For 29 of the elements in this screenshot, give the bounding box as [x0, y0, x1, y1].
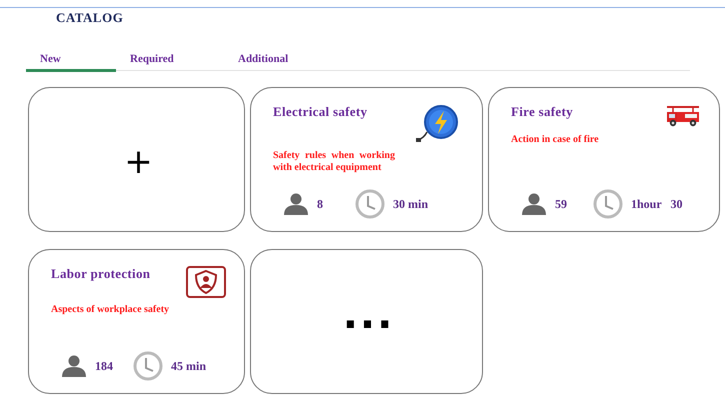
person-icon	[521, 193, 547, 215]
course-description: Aspects of workplace safety	[51, 304, 170, 316]
shield-worker-icon	[186, 266, 226, 298]
course-card[interactable]: Labor protection Aspects of workplace safety 184 45 min	[28, 249, 245, 394]
page-title: CATALOG	[56, 10, 124, 26]
fire-truck-icon	[665, 104, 701, 128]
tab[interactable]: Required	[116, 52, 224, 72]
tab[interactable]: New	[26, 52, 116, 72]
clock-icon	[355, 189, 385, 219]
course-card[interactable]: Electrical safety Safety rules when working with electrical equipment 8 30 min	[250, 87, 483, 232]
participant-count: 184	[95, 358, 114, 374]
course-title: Labor protection	[51, 266, 150, 282]
course-description: Safety rules when working with electrical equipment	[273, 150, 395, 174]
course-title: Electrical safety	[273, 104, 368, 120]
person-icon	[283, 193, 309, 215]
participant-count: 59	[555, 196, 568, 212]
course-duration: 30 min	[393, 196, 428, 212]
course-card[interactable]: Fire safety Action in case of fire 59 1hour 30	[488, 87, 720, 232]
course-description: Action in case of fire	[511, 134, 600, 146]
course-title: Fire safety	[511, 104, 573, 120]
clock-icon	[593, 189, 623, 219]
participant-count: 8	[317, 196, 324, 212]
person-icon	[61, 355, 87, 377]
more-courses-button[interactable]: ...	[250, 249, 483, 394]
add-course-button[interactable]: +	[28, 87, 245, 232]
course-duration: 1hour 30	[631, 196, 682, 212]
clock-icon	[133, 351, 163, 381]
tab[interactable]: Additional	[224, 52, 344, 72]
course-duration: 45 min	[171, 358, 206, 374]
